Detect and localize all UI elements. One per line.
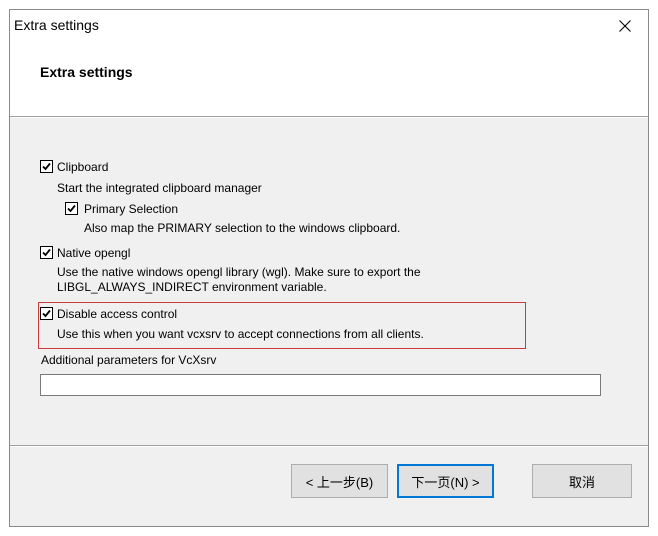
checkmark-icon xyxy=(42,162,51,171)
header-divider xyxy=(10,116,648,118)
extra-settings-dialog: Extra settings Extra settings Clipboard … xyxy=(9,9,649,527)
additional-parameters-label: Additional parameters for VcXsrv xyxy=(41,353,217,367)
primary-selection-checkbox[interactable] xyxy=(65,202,78,215)
back-button[interactable]: < 上一步(B) xyxy=(291,464,388,498)
disable-access-control-description: Use this when you want vcxsrv to accept … xyxy=(57,327,424,341)
page-title: Extra settings xyxy=(40,64,133,80)
checkmark-icon xyxy=(42,248,51,257)
title-bar: Extra settings xyxy=(10,10,648,42)
primary-selection-label[interactable]: Primary Selection xyxy=(84,202,178,216)
checkmark-icon xyxy=(42,309,51,318)
close-button[interactable] xyxy=(602,10,648,42)
clipboard-label[interactable]: Clipboard xyxy=(57,160,108,174)
primary-selection-description: Also map the PRIMARY selection to the wi… xyxy=(84,221,401,235)
additional-parameters-input[interactable] xyxy=(40,374,601,396)
cancel-button[interactable]: 取消 xyxy=(532,464,632,498)
window-title: Extra settings xyxy=(14,17,99,33)
native-opengl-checkbox[interactable] xyxy=(40,246,53,259)
next-button[interactable]: 下一页(N) > xyxy=(397,464,494,498)
native-opengl-label[interactable]: Native opengl xyxy=(57,246,130,260)
disable-access-control-label[interactable]: Disable access control xyxy=(57,307,177,321)
native-opengl-description-line2: LIBGL_ALWAYS_INDIRECT environment variab… xyxy=(57,280,327,294)
checkmark-icon xyxy=(67,204,76,213)
clipboard-checkbox[interactable] xyxy=(40,160,53,173)
native-opengl-description-line1: Use the native windows opengl library (w… xyxy=(57,265,421,279)
page-header: Extra settings xyxy=(10,42,648,116)
footer-divider xyxy=(10,445,648,447)
clipboard-description: Start the integrated clipboard manager xyxy=(57,181,262,195)
disable-access-control-checkbox[interactable] xyxy=(40,307,53,320)
close-icon xyxy=(619,20,631,32)
